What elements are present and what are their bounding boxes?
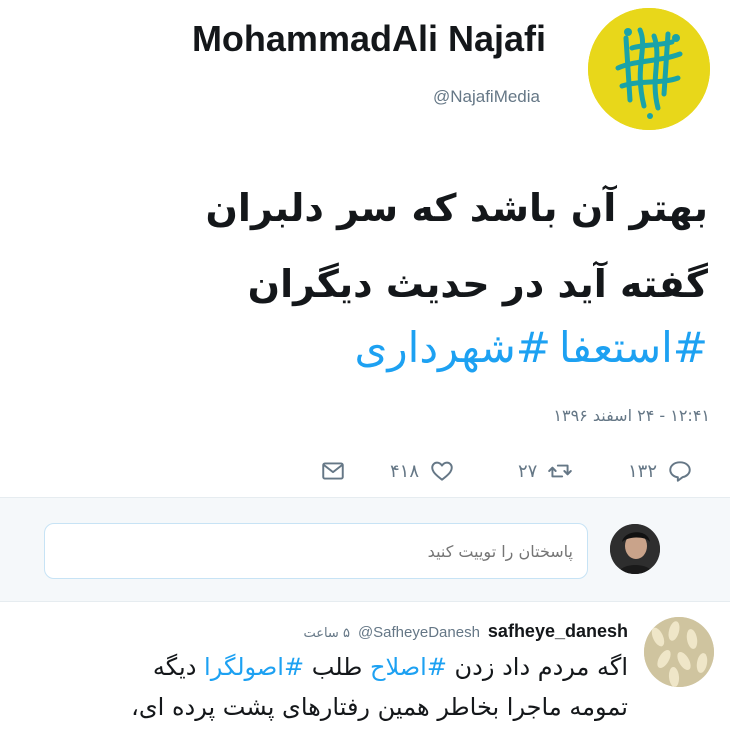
reply-input[interactable] <box>44 523 588 579</box>
retweet-icon <box>548 464 573 478</box>
reply-icon <box>669 461 691 482</box>
reply-text-segment: اگه مردم داد زدن <box>446 653 628 681</box>
calligraphy-logo-icon <box>588 8 710 130</box>
tweet-timestamp[interactable]: ۱۲:۴۱ - ۲۴ اسفند ۱۳۹۶ <box>553 406 710 425</box>
reply-text-line1: اگه مردم داد زدن #اصلاح طلب #اصولگرا دیگ… <box>28 647 628 687</box>
user-photo-icon <box>610 524 660 574</box>
envelope-icon <box>322 462 344 480</box>
username[interactable]: @NajafiMedia <box>433 87 540 107</box>
reply-count: ۱۳۲ <box>628 460 658 482</box>
reply-tweet-time[interactable]: ۵ ساعت <box>303 626 350 641</box>
reply-text-segment: طلب <box>304 653 370 681</box>
display-name[interactable]: MohammadAli Najafi <box>192 18 546 60</box>
main-tweet: MohammadAli Najafi @NajafiMedia بهتر آن … <box>0 0 730 497</box>
reply-text-segment: دیگه <box>152 653 205 681</box>
reply-compose-area <box>0 497 730 602</box>
reply-tweet-header: safheye_danesh @SafheyeDanesh ۵ ساعت <box>303 621 628 642</box>
heart-icon <box>431 461 453 481</box>
tweet-actions: ۱۳۲ ۲۷ ۴۱۸ <box>0 450 730 496</box>
hashtag-link[interactable]: #اصولگرا <box>204 653 304 681</box>
tweet-text-line1: بهتر آن باشد که سر دلبران <box>205 186 709 230</box>
direct-message-button[interactable] <box>320 458 346 484</box>
hashtags: #استعفا#شهرداری <box>347 318 708 378</box>
reply-author-handle[interactable]: @SafheyeDanesh <box>358 624 480 641</box>
reply-author-avatar[interactable] <box>644 617 714 687</box>
retweet-count: ۲۷ <box>518 460 538 482</box>
reply-tweet[interactable]: safheye_danesh @SafheyeDanesh ۵ ساعت اگه… <box>0 603 730 730</box>
hashtag-link[interactable]: #شهرداری <box>355 323 551 372</box>
like-count: ۴۱۸ <box>390 460 420 482</box>
reply-author-name[interactable]: safheye_danesh <box>488 621 628 642</box>
reply-text-line2: تمومه ماجرا بخاطر همین رفتارهای پشت پرده… <box>131 693 628 721</box>
like-button[interactable]: ۴۱۸ <box>390 458 455 484</box>
tweet-text: بهتر آن باشد که سر دلبران گفته آید در حد… <box>148 170 709 322</box>
profile-avatar[interactable] <box>588 8 710 130</box>
reply-button[interactable]: ۱۳۲ <box>628 458 693 484</box>
hashtag-link[interactable]: #اصلاح <box>370 653 447 681</box>
reply-author-photo-icon <box>644 617 714 687</box>
reply-tweet-text: اگه مردم داد زدن #اصلاح طلب #اصولگرا دیگ… <box>28 647 628 727</box>
current-user-avatar[interactable] <box>610 524 660 574</box>
tweet-text-line2: گفته آید در حدیث دیگران <box>247 262 708 306</box>
retweet-button[interactable]: ۲۷ <box>518 458 573 484</box>
hashtag-link[interactable]: #استعفا <box>559 323 708 372</box>
